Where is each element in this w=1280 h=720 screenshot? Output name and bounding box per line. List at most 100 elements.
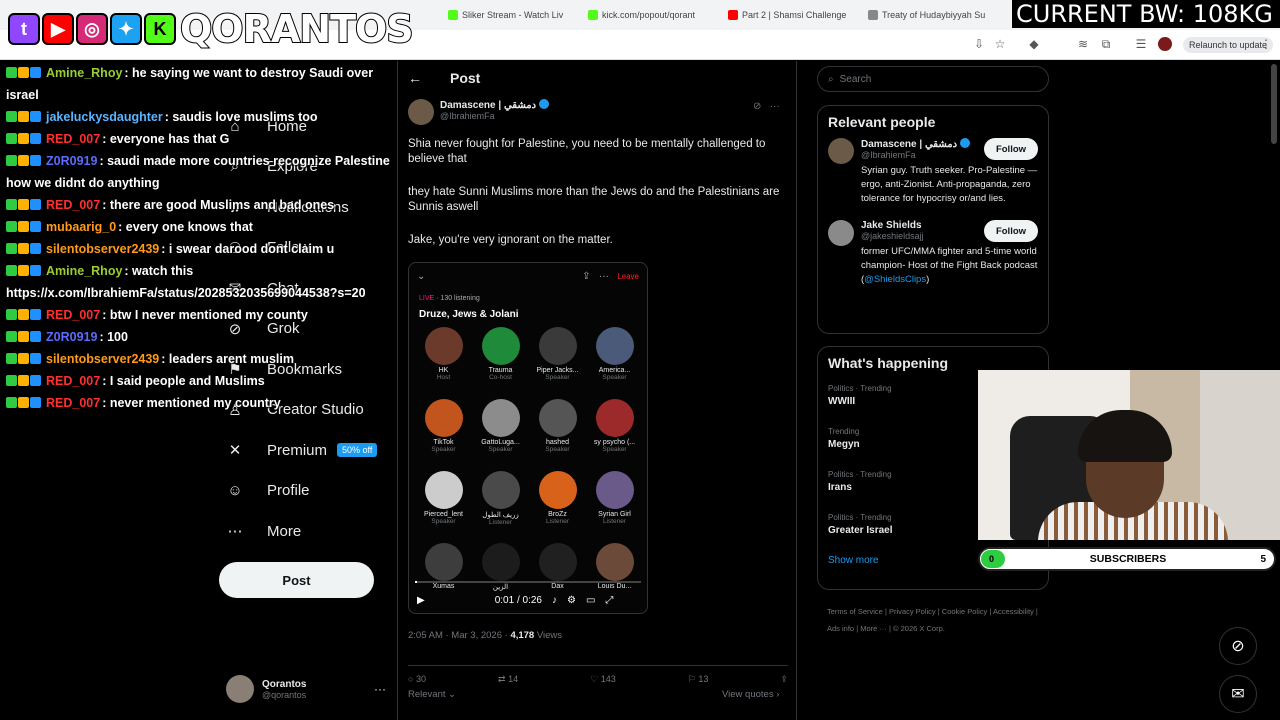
twitter-bird-icon: ✦ bbox=[110, 13, 142, 45]
messages-fab-icon[interactable]: ✉ bbox=[1219, 675, 1257, 713]
premium-discount-badge: 50% off bbox=[337, 443, 378, 458]
post-timestamp[interactable]: 2:05 AM · Mar 3, 2026 · bbox=[408, 630, 510, 641]
video-player[interactable]: ⌄ ⇪ ··· Leave LIVE · 130 listening Druze… bbox=[408, 262, 648, 614]
puzzle-icon[interactable]: ⧉ bbox=[1099, 37, 1113, 51]
speaker-tile[interactable]: Syrian Girl Listener bbox=[586, 471, 643, 537]
avatar[interactable] bbox=[408, 99, 434, 125]
search-input[interactable]: ⌕ Search bbox=[817, 66, 1049, 92]
avatar[interactable] bbox=[828, 220, 854, 246]
bookmark-star-icon[interactable]: ☆ bbox=[993, 37, 1007, 51]
views-label: Views bbox=[534, 630, 563, 641]
browser-tab[interactable]: Treaty of Hudaybiyyah Su bbox=[862, 4, 1002, 26]
footer-link[interactable]: Cookie Policy bbox=[942, 607, 987, 616]
footer-link[interactable]: Ads info bbox=[827, 624, 854, 633]
chat-text: : there are good Muslims and bad ones bbox=[102, 198, 335, 212]
person-name[interactable]: Damascene | دمشقي bbox=[861, 139, 957, 150]
nav-item-profile[interactable]: ☺ Profile bbox=[226, 471, 386, 512]
account-switcher[interactable]: Qorantos @qorantos ··· bbox=[226, 672, 386, 706]
nav-item-more[interactable]: ⋯ More bbox=[226, 511, 386, 552]
speaker-tile[interactable]: TikTok Speaker bbox=[415, 399, 472, 465]
grok-fab-icon[interactable]: ⊘ bbox=[1219, 627, 1257, 665]
more-dots-icon[interactable]: ··· bbox=[770, 101, 780, 112]
bio-link[interactable]: @ShieldsClips bbox=[864, 274, 926, 285]
stream-chat-overlay: Amine_Rhoy: he saying we want to destroy… bbox=[6, 62, 401, 414]
fullscreen-icon[interactable]: ⤢ bbox=[605, 595, 613, 606]
avatar bbox=[424, 327, 463, 365]
chat-message: silentobserver2439: i swear darood dont … bbox=[6, 238, 401, 260]
install-icon[interactable]: ⇩ bbox=[972, 37, 986, 51]
chat-message: Amine_Rhoy: he saying we want to destroy… bbox=[6, 62, 401, 106]
profile-avatar-icon[interactable] bbox=[1158, 37, 1172, 51]
speaker-tile[interactable]: Piper Jacks... Speaker bbox=[529, 327, 586, 393]
avatar[interactable] bbox=[828, 138, 854, 164]
bookmark-button[interactable]: ⚐ 13 bbox=[688, 674, 709, 685]
speaker-tile[interactable]: BroZz Listener bbox=[529, 471, 586, 537]
bookmark-count: 13 bbox=[698, 674, 709, 684]
mute-icon[interactable]: ♪ bbox=[552, 595, 557, 606]
person-card[interactable]: Jake Shields @jakeshieldsajj former UFC/… bbox=[818, 220, 1048, 295]
play-icon[interactable]: ▶ bbox=[417, 595, 425, 606]
more-dots-icon[interactable]: ··· bbox=[599, 271, 609, 282]
reply-sort-dropdown[interactable]: Relevant ⌄ bbox=[408, 689, 456, 700]
browser-tab[interactable]: kick.com/popout/qorant bbox=[582, 4, 722, 26]
reply-icon: ○ bbox=[408, 674, 414, 684]
speaker-tile[interactable]: Pierced_lent Speaker bbox=[415, 471, 472, 537]
back-arrow-icon[interactable]: ← bbox=[408, 70, 422, 86]
video-time: 0:01 / 0:26 bbox=[494, 594, 542, 606]
scrollbar[interactable] bbox=[1271, 64, 1277, 144]
speaker-role: Listener bbox=[488, 519, 513, 526]
menu-dots-icon[interactable]: ⋮ bbox=[1259, 37, 1273, 51]
profile-icon: ☺ bbox=[227, 482, 243, 500]
chat-username: RED_007 bbox=[46, 198, 101, 212]
chevron-right-icon: › bbox=[776, 689, 780, 700]
chat-message: RED_007: never mentioned my country bbox=[6, 392, 401, 414]
speaker-tile[interactable]: زريف الطول Listener bbox=[472, 471, 529, 537]
extension-icon[interactable]: ≋ bbox=[1076, 37, 1090, 51]
post-author[interactable]: Damascene | دمشقي @IbrahiemFa bbox=[408, 99, 550, 125]
settings-gear-icon[interactable]: ⚙ bbox=[567, 595, 576, 606]
speaker-tile[interactable]: Trauma Co-host bbox=[472, 327, 529, 393]
footer-link[interactable]: Terms of Service bbox=[827, 607, 883, 616]
grok-icon[interactable]: ⊘ bbox=[753, 101, 761, 112]
footer-link[interactable]: Accessibility bbox=[993, 607, 1034, 616]
speaker-name: BroZz bbox=[548, 511, 567, 518]
footer-link[interactable]: Privacy Policy bbox=[889, 607, 936, 616]
avatar bbox=[595, 471, 634, 509]
more-dots-icon[interactable]: ··· bbox=[374, 682, 386, 696]
chevron-down-icon[interactable]: ⌄ bbox=[417, 271, 425, 282]
chat-message: Amine_Rhoy: watch this https://x.com/Ibr… bbox=[6, 260, 401, 304]
tab-favicon-icon bbox=[588, 10, 598, 20]
follow-button[interactable]: Follow bbox=[984, 220, 1038, 242]
repost-button[interactable]: ⇄ 14 bbox=[498, 674, 518, 685]
leave-button[interactable]: Leave bbox=[617, 272, 639, 281]
pip-icon[interactable]: ▭ bbox=[586, 595, 595, 606]
chat-text: : never mentioned my country bbox=[102, 396, 281, 410]
repost-count: 14 bbox=[508, 674, 519, 684]
speaker-tile[interactable]: HK Host bbox=[415, 327, 472, 393]
video-progress-bar[interactable] bbox=[415, 581, 641, 583]
browser-tab[interactable]: Part 2 | Shamsi Challenge bbox=[722, 4, 862, 26]
post-meta: 2:05 AM · Mar 3, 2026 · 4,178 Views bbox=[408, 630, 562, 641]
speaker-tile[interactable]: America... Speaker bbox=[586, 327, 643, 393]
speaker-tile[interactable]: sy psycho (... Speaker bbox=[586, 399, 643, 465]
compose-post-button[interactable]: Post bbox=[219, 562, 374, 598]
reply-button[interactable]: ○ 30 bbox=[408, 674, 426, 685]
speaker-tile[interactable]: hashed Speaker bbox=[529, 399, 586, 465]
nav-item-premium[interactable]: ✕ Premium 50% off bbox=[226, 430, 386, 471]
speaker-role: Speaker bbox=[431, 518, 456, 525]
view-quotes-link[interactable]: View quotes › bbox=[722, 689, 779, 700]
footer-link[interactable]: More ··· bbox=[860, 624, 887, 633]
reading-list-icon[interactable]: ☰ bbox=[1134, 37, 1148, 51]
share-icon[interactable]: ⇪ bbox=[582, 271, 590, 282]
follow-button[interactable]: Follow bbox=[984, 138, 1038, 160]
person-card[interactable]: Damascene | دمشقي @IbrahiemFa Syrian guy… bbox=[818, 138, 1048, 214]
footer-link[interactable]: © 2026 X Corp. bbox=[893, 624, 945, 633]
author-name[interactable]: Damascene | دمشقي bbox=[440, 100, 536, 111]
extension-icon[interactable]: ◆ bbox=[1027, 37, 1041, 51]
browser-tab[interactable]: Sliker Stream - Watch Liv bbox=[442, 4, 582, 26]
like-count: 143 bbox=[600, 674, 616, 684]
like-button[interactable]: ♡ 143 bbox=[590, 674, 616, 685]
speaker-tile[interactable]: GattoLuga... Speaker bbox=[472, 399, 529, 465]
author-handle[interactable]: @IbrahiemFa bbox=[440, 111, 549, 121]
share-icon[interactable]: ⇪ bbox=[780, 674, 788, 685]
